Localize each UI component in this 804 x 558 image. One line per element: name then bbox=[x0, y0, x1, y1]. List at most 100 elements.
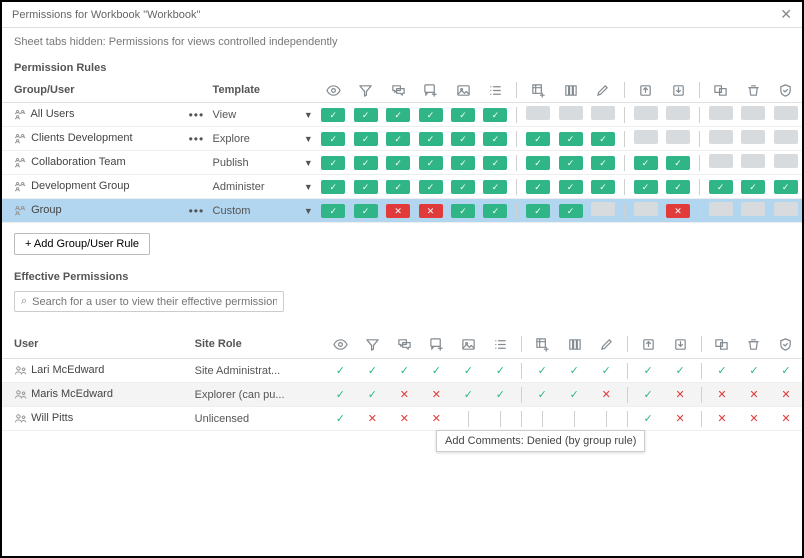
search-box[interactable]: ⌕ bbox=[14, 291, 284, 312]
perm-cell[interactable] bbox=[386, 156, 410, 170]
perm-cell[interactable] bbox=[321, 180, 345, 194]
perm-cell[interactable] bbox=[709, 130, 733, 144]
perm-cell[interactable] bbox=[666, 106, 690, 120]
perm-cell[interactable] bbox=[774, 154, 798, 168]
perm-header-save-icon bbox=[662, 78, 694, 103]
perm-cell[interactable] bbox=[354, 132, 378, 146]
perm-cell[interactable] bbox=[526, 132, 550, 146]
perm-cell[interactable] bbox=[591, 132, 615, 146]
chevron-down-icon[interactable]: ▼ bbox=[304, 134, 313, 144]
rule-row[interactable]: All Users•••View▼ bbox=[2, 103, 802, 127]
add-rule-button[interactable]: + Add Group/User Rule bbox=[14, 233, 150, 255]
perm-cell[interactable] bbox=[774, 180, 798, 194]
perm-cell[interactable] bbox=[774, 106, 798, 120]
perm-cell[interactable] bbox=[709, 202, 733, 216]
perm-cell[interactable] bbox=[419, 108, 443, 122]
perm-cell[interactable] bbox=[419, 156, 443, 170]
perm-cell[interactable] bbox=[591, 202, 615, 216]
perm-cell[interactable] bbox=[483, 156, 507, 170]
perm-cell[interactable] bbox=[419, 204, 443, 218]
perm-cell[interactable] bbox=[591, 106, 615, 120]
eff-row[interactable]: Maris McEdwardExplorer (can pu... bbox=[2, 383, 802, 407]
divider bbox=[699, 203, 700, 219]
perm-cell[interactable] bbox=[741, 154, 765, 168]
perm-cell[interactable] bbox=[559, 180, 583, 194]
perm-cell[interactable] bbox=[354, 156, 378, 170]
perm-cell[interactable] bbox=[354, 204, 378, 218]
perm-cell[interactable] bbox=[386, 108, 410, 122]
rules-table: Group/User Template bbox=[2, 78, 802, 223]
perm-cell[interactable] bbox=[526, 180, 550, 194]
chevron-down-icon[interactable]: ▼ bbox=[304, 158, 313, 168]
perm-cell[interactable] bbox=[634, 156, 658, 170]
perm-cell[interactable] bbox=[451, 180, 475, 194]
eff-row[interactable]: Will PittsUnlicensed bbox=[2, 407, 802, 431]
perm-cell[interactable] bbox=[483, 204, 507, 218]
eff-row[interactable]: Lari McEdwardSite Administrat... bbox=[2, 359, 802, 383]
perm-cell[interactable] bbox=[741, 130, 765, 144]
perm-cell[interactable] bbox=[559, 132, 583, 146]
divider bbox=[701, 363, 702, 379]
rule-row[interactable]: Collaboration TeamPublish▼ bbox=[2, 151, 802, 175]
group-name: Group bbox=[31, 204, 62, 216]
perm-cell[interactable] bbox=[386, 180, 410, 194]
perm-cell[interactable] bbox=[321, 156, 345, 170]
perm-cell[interactable] bbox=[709, 106, 733, 120]
perm-cell[interactable] bbox=[634, 130, 658, 144]
perm-cell[interactable] bbox=[419, 132, 443, 146]
search-input[interactable] bbox=[32, 296, 277, 308]
kebab-icon[interactable]: ••• bbox=[189, 204, 205, 218]
perm-cell[interactable] bbox=[709, 154, 733, 168]
perm-cell[interactable] bbox=[483, 108, 507, 122]
chevron-down-icon[interactable]: ▼ bbox=[304, 110, 313, 120]
perm-cell[interactable] bbox=[559, 204, 583, 218]
perm-cell[interactable] bbox=[451, 132, 475, 146]
perm-cell[interactable] bbox=[591, 156, 615, 170]
perm-cell[interactable] bbox=[559, 156, 583, 170]
chevron-down-icon[interactable]: ▼ bbox=[304, 182, 313, 192]
perm-cell[interactable] bbox=[634, 202, 658, 216]
perm-cell[interactable] bbox=[666, 130, 690, 144]
eff-mark bbox=[360, 364, 384, 377]
perm-cell[interactable] bbox=[741, 202, 765, 216]
perm-cell[interactable] bbox=[386, 204, 410, 218]
perm-cell[interactable] bbox=[774, 202, 798, 216]
perm-cell[interactable] bbox=[741, 106, 765, 120]
chevron-down-icon[interactable]: ▼ bbox=[304, 206, 313, 216]
perm-cell[interactable] bbox=[634, 180, 658, 194]
perm-cell[interactable] bbox=[526, 106, 550, 120]
rule-row[interactable]: Group•••Custom▼ bbox=[2, 199, 802, 223]
eff-mark bbox=[636, 412, 660, 425]
divider bbox=[699, 107, 700, 123]
perm-cell[interactable] bbox=[451, 108, 475, 122]
perm-cell[interactable] bbox=[386, 132, 410, 146]
perm-cell[interactable] bbox=[526, 156, 550, 170]
perm-cell[interactable] bbox=[666, 204, 690, 218]
perm-cell[interactable] bbox=[321, 132, 345, 146]
perm-cell[interactable] bbox=[451, 204, 475, 218]
perm-cell[interactable] bbox=[321, 204, 345, 218]
perm-cell[interactable] bbox=[741, 180, 765, 194]
perm-cell[interactable] bbox=[666, 180, 690, 194]
kebab-icon[interactable]: ••• bbox=[189, 108, 205, 122]
perm-cell[interactable] bbox=[591, 180, 615, 194]
perm-cell[interactable] bbox=[526, 204, 550, 218]
eff-mark bbox=[328, 388, 352, 401]
perm-cell[interactable] bbox=[451, 156, 475, 170]
rule-row[interactable]: Development GroupAdminister▼ bbox=[2, 175, 802, 199]
kebab-icon[interactable]: ••• bbox=[189, 132, 205, 146]
perm-cell[interactable] bbox=[666, 156, 690, 170]
perm-cell[interactable] bbox=[321, 108, 345, 122]
perm-cell[interactable] bbox=[419, 180, 443, 194]
perm-header-filter-icon bbox=[349, 78, 381, 103]
perm-cell[interactable] bbox=[483, 180, 507, 194]
perm-cell[interactable] bbox=[559, 106, 583, 120]
perm-cell[interactable] bbox=[774, 130, 798, 144]
perm-cell[interactable] bbox=[709, 180, 733, 194]
perm-cell[interactable] bbox=[483, 132, 507, 146]
perm-cell[interactable] bbox=[634, 106, 658, 120]
rule-row[interactable]: Clients Development•••Explore▼ bbox=[2, 127, 802, 151]
perm-cell[interactable] bbox=[354, 180, 378, 194]
perm-cell[interactable] bbox=[354, 108, 378, 122]
close-icon[interactable]: ✕ bbox=[780, 6, 792, 23]
